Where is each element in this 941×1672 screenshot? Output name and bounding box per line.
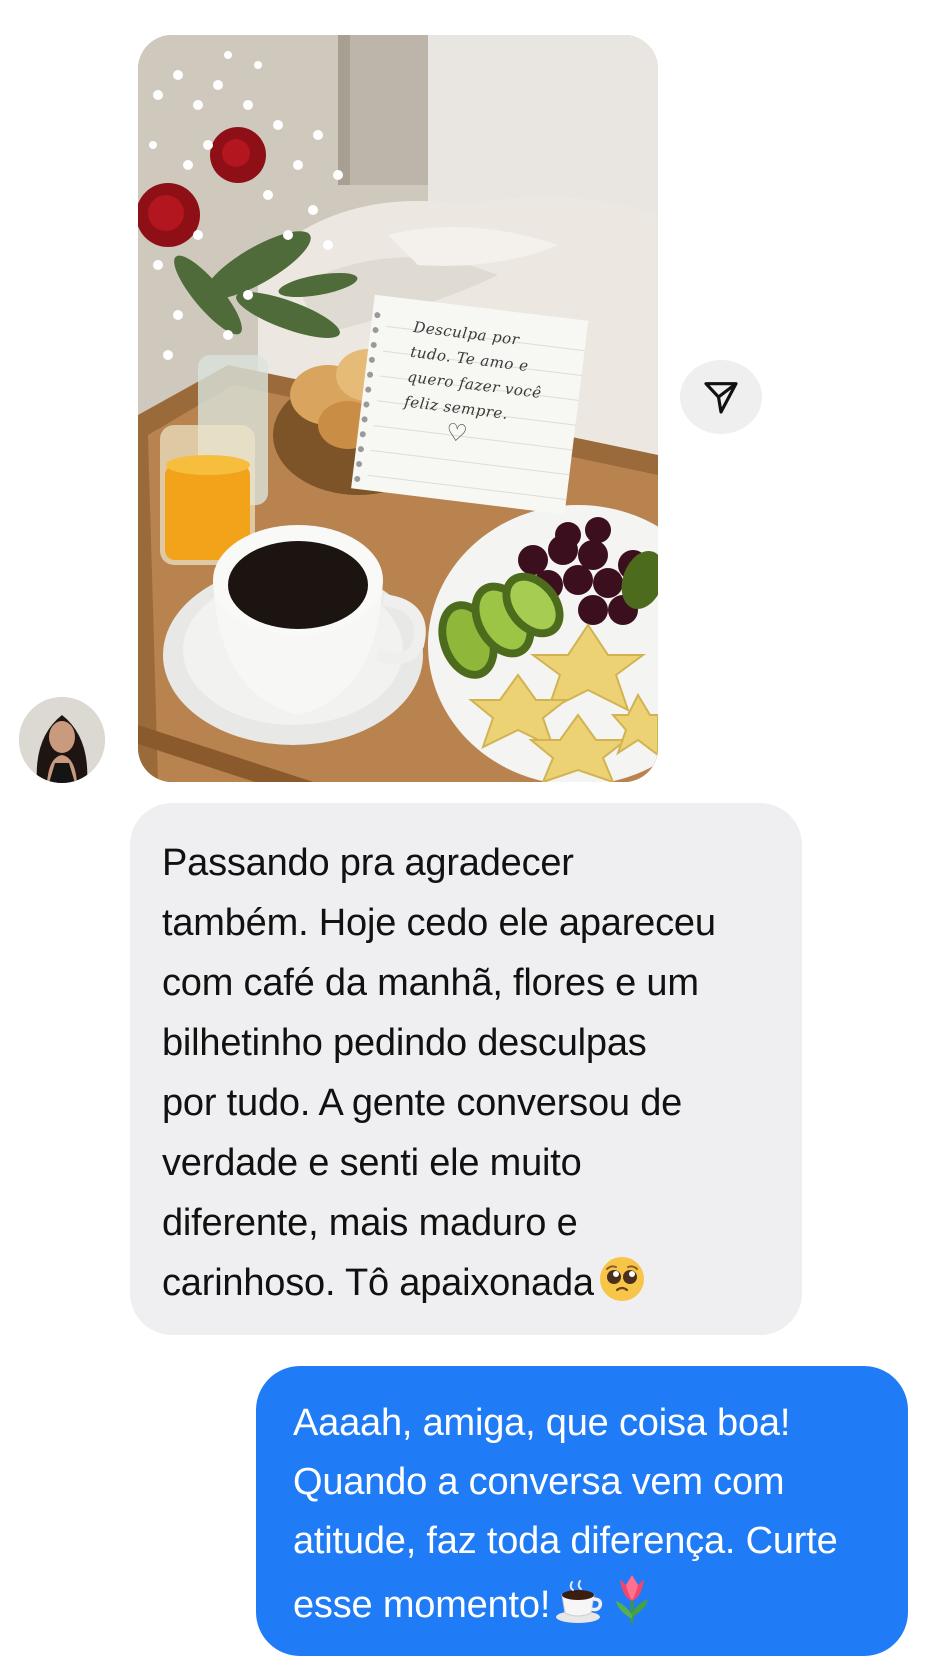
coffee-icon xyxy=(556,1580,603,1623)
avatar[interactable] xyxy=(19,697,105,783)
coffee-emoji xyxy=(554,1579,606,1643)
tulip-emoji xyxy=(610,1571,654,1643)
tulip-icon xyxy=(616,1575,649,1623)
received-message-bubble[interactable]: Passando pra agradecer também. Hoje cedo… xyxy=(130,803,802,1335)
pleading-face-emoji xyxy=(598,1255,646,1321)
sent-message-bubble[interactable]: Aaaah, amiga, que coisa boa! Quando a co… xyxy=(256,1366,908,1656)
share-button[interactable] xyxy=(680,360,762,434)
send-paper-plane-icon xyxy=(704,382,738,414)
avatar-photo xyxy=(19,697,105,783)
pleading-face-icon xyxy=(599,1257,644,1301)
received-message-body: Passando pra agradecer também. Hoje cedo… xyxy=(162,842,716,1304)
received-message-text: Passando pra agradecer também. Hoje cedo… xyxy=(162,833,768,1321)
sent-message-text: Aaaah, amiga, que coisa boa! Quando a co… xyxy=(293,1394,888,1643)
note-handwriting: Desculpa por tudo. Te amo e quero fazer … xyxy=(400,315,629,465)
